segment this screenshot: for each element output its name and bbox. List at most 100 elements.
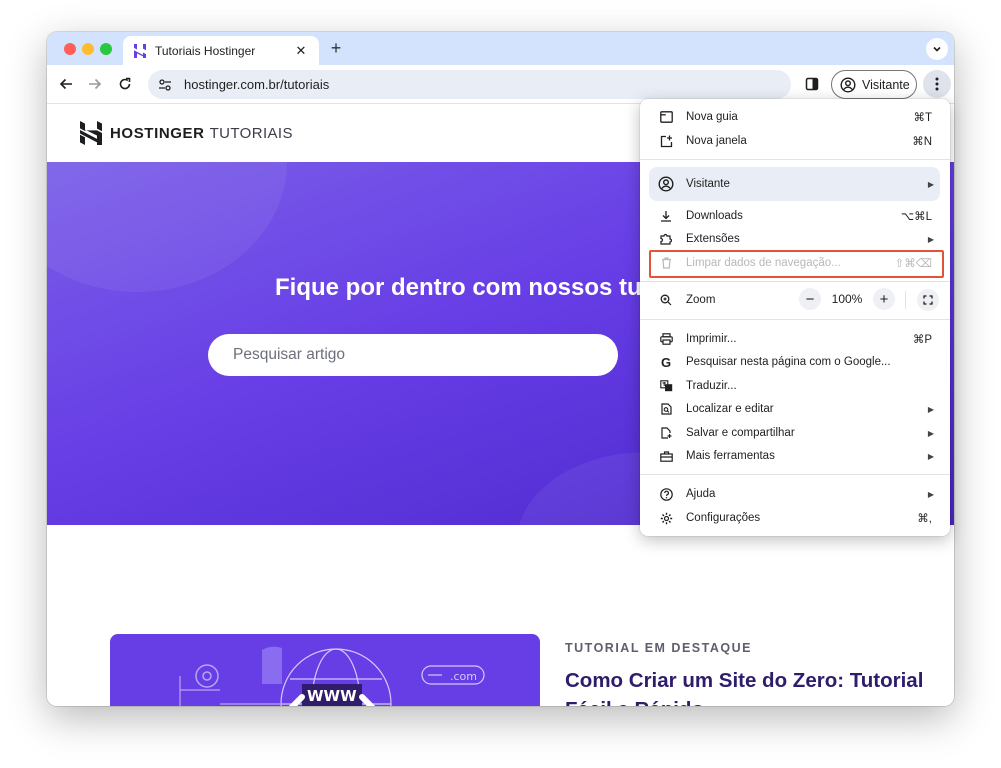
menu-label: Localizar e editar (686, 403, 774, 415)
featured-kicker: TUTORIAL EM DESTAQUE (565, 641, 752, 655)
profile-button[interactable]: Visitante (831, 70, 917, 99)
chevron-down-icon (933, 46, 941, 52)
menu-item-new-window[interactable]: Nova janela ⌘N (640, 129, 950, 153)
download-icon (658, 208, 674, 224)
hostinger-logo-icon[interactable] (80, 121, 102, 145)
back-button[interactable] (54, 72, 78, 96)
tab-close-icon[interactable]: ✕ (293, 43, 309, 59)
menu-label: Salvar e compartilhar (686, 427, 795, 439)
dotcom-text: .com (450, 670, 477, 683)
back-arrow-icon (59, 78, 72, 90)
zoom-level: 100% (831, 292, 863, 306)
zoom-divider (905, 291, 906, 309)
save-share-icon (658, 425, 674, 441)
menu-item-help[interactable]: Ajuda ▶ (640, 482, 950, 506)
fullscreen-icon (923, 295, 933, 305)
hero-decoration (47, 162, 287, 292)
website-illustration: WWW .com (179, 646, 485, 706)
close-window-button[interactable] (64, 43, 76, 55)
toolbox-icon (658, 448, 674, 464)
menu-label: Ajuda (686, 488, 716, 500)
hero-title: Fique por dentro com nossos tu (275, 274, 642, 301)
menu-label: Visitante (686, 178, 730, 190)
reload-icon (119, 77, 131, 90)
menu-item-more-tools[interactable]: Mais ferramentas ▶ (640, 444, 950, 468)
side-panel-button[interactable] (800, 72, 824, 96)
menu-item-new-tab[interactable]: Nova guia ⌘T (640, 105, 950, 129)
zoom-icon (658, 292, 674, 308)
zoom-in-button[interactable]: + (873, 288, 895, 310)
reload-button[interactable] (113, 72, 137, 96)
submenu-arrow-icon: ▶ (927, 451, 934, 461)
submenu-arrow-icon: ▶ (927, 179, 934, 189)
menu-label: Nova janela (686, 135, 747, 147)
tab-strip: Tutoriais Hostinger ✕ + (47, 32, 954, 65)
forward-arrow-icon (89, 78, 102, 90)
menu-label: Traduzir... (686, 380, 737, 392)
menu-shortcut: ⌘T (913, 112, 932, 124)
submenu-arrow-icon: ▶ (927, 428, 934, 438)
submenu-arrow-icon: ▶ (927, 404, 934, 414)
menu-item-search-google[interactable]: G Pesquisar nesta página com o Google... (640, 350, 950, 374)
account-circle-icon (658, 176, 674, 192)
submenu-arrow-icon: ▶ (927, 489, 934, 499)
submenu-arrow-icon: ▶ (927, 234, 934, 244)
url-text: hostinger.com.br/tutoriais (184, 77, 330, 92)
featured-title[interactable]: Como Criar um Site do Zero: Tutorial Fác… (565, 666, 925, 706)
menu-divider (640, 474, 950, 475)
site-info-icon[interactable] (156, 76, 174, 94)
puzzle-icon (658, 231, 674, 247)
menu-label: Downloads (686, 210, 743, 222)
menu-shortcut: ⌘, (917, 513, 932, 525)
forward-button[interactable] (83, 72, 107, 96)
profile-label: Visitante (862, 77, 910, 92)
menu-item-find-edit[interactable]: Localizar e editar ▶ (640, 397, 950, 421)
help-icon (658, 486, 674, 502)
menu-label: Imprimir... (686, 333, 737, 345)
menu-divider (640, 319, 950, 320)
menu-label: Nova guia (686, 111, 738, 123)
menu-item-print[interactable]: Imprimir... ⌘P (640, 327, 950, 351)
menu-label: Zoom (686, 294, 716, 306)
menu-item-settings[interactable]: Configurações ⌘, (640, 506, 950, 530)
menu-divider (640, 281, 950, 282)
gear-icon (658, 510, 674, 526)
translate-icon (658, 378, 674, 394)
maximize-window-button[interactable] (100, 43, 112, 55)
menu-divider (640, 159, 950, 160)
menu-item-zoom: Zoom (640, 288, 950, 312)
new-tab-button[interactable]: + (326, 38, 346, 58)
menu-shortcut: ⌥⌘L (900, 211, 932, 223)
zoom-out-button[interactable]: − (799, 288, 821, 310)
side-panel-icon (805, 77, 819, 91)
menu-label: Mais ferramentas (686, 450, 775, 462)
menu-label: Extensões (686, 233, 740, 245)
find-in-page-icon (658, 401, 674, 417)
new-window-icon (658, 133, 674, 149)
menu-shortcut: ⌘N (912, 136, 932, 148)
fullscreen-button[interactable] (917, 289, 939, 311)
new-tab-icon (658, 109, 674, 125)
tab-title: Tutoriais Hostinger (155, 43, 256, 58)
featured-image[interactable]: WWW .com (110, 634, 540, 706)
menu-item-extensions[interactable]: Extensões ▶ (640, 227, 950, 251)
menu-item-translate[interactable]: Traduzir... (640, 374, 950, 398)
logo-text: HOSTINGER (110, 124, 205, 142)
gear-icon (195, 664, 219, 688)
article-search-input[interactable]: Pesquisar artigo (208, 334, 618, 376)
address-bar[interactable]: hostinger.com.br/tutoriais (148, 70, 791, 99)
minimize-window-button[interactable] (82, 43, 94, 55)
tab-hostinger[interactable]: Tutoriais Hostinger ✕ (123, 36, 319, 65)
google-g-icon: G (660, 354, 672, 370)
menu-item-downloads[interactable]: Downloads ⌥⌘L (640, 204, 950, 228)
highlight-annotation (649, 250, 944, 278)
chrome-menu-button[interactable] (923, 70, 951, 98)
menu-item-profile-content[interactable]: Visitante ▶ (640, 172, 950, 196)
chrome-main-menu: Nova guia ⌘T Nova janela ⌘N Visitante ▶ … (640, 99, 950, 536)
menu-shortcut: ⌘P (912, 334, 932, 346)
logo-subtitle: TUTORIAIS (209, 124, 293, 142)
menu-label: Pesquisar nesta página com o Google... (686, 356, 891, 368)
tab-search-button[interactable] (926, 38, 948, 60)
menu-item-save-share[interactable]: Salvar e compartilhar ▶ (640, 421, 950, 445)
more-vert-icon (935, 77, 939, 91)
